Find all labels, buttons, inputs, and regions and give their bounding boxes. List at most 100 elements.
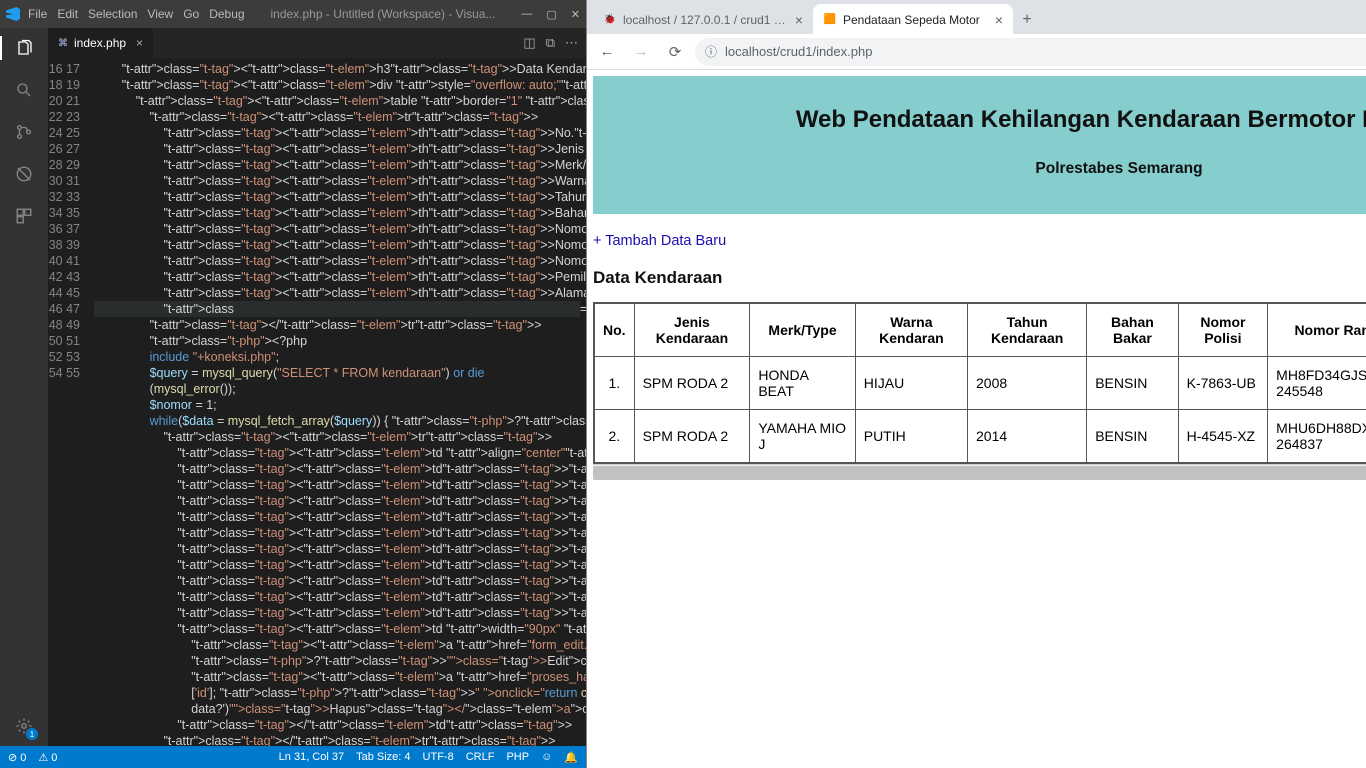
- page-banner: Web Pendataan Kehilangan Kendaraan Bermo…: [593, 76, 1366, 214]
- reload-button[interactable]: ⟳: [661, 38, 689, 66]
- line-number-gutter: 16 17 18 19 20 21 22 23 24 25 26 27 28 2…: [48, 58, 94, 746]
- table-cell: HIJAU: [855, 357, 967, 410]
- table-row: 1.SPM RODA 2HONDA BEATHIJAU2008BENSINK-7…: [595, 357, 1366, 410]
- compare-icon[interactable]: ⧉: [546, 35, 555, 51]
- tab-title: Pendataan Sepeda Motor: [843, 13, 989, 27]
- table-cell: SPM RODA 2: [634, 357, 750, 410]
- banner-title: Web Pendataan Kehilangan Kendaraan Bermo…: [603, 106, 1366, 134]
- vscode-logo-icon: [6, 7, 20, 21]
- menu-file[interactable]: File: [28, 7, 47, 21]
- url-text: localhost/crud1/index.php: [725, 44, 872, 59]
- status-errors[interactable]: ⊘ 0: [8, 751, 26, 764]
- editor-tab-indexphp[interactable]: ⌘ index.php ×: [48, 28, 154, 58]
- php-file-icon: ⌘: [58, 38, 68, 49]
- vscode-window: File Edit Selection View Go Debug index.…: [0, 0, 586, 768]
- settings-gear-icon[interactable]: [12, 714, 36, 738]
- table-cell: MH8FD34GJSX-245548: [1268, 357, 1366, 410]
- vscode-menu: File Edit Selection View Go Debug: [28, 7, 245, 21]
- debug-icon[interactable]: [12, 162, 36, 186]
- table-cell: BENSIN: [1087, 410, 1178, 463]
- status-tabsize[interactable]: Tab Size: 4: [356, 751, 410, 764]
- browser-tab-phpmyadmin[interactable]: 🐞 localhost / 127.0.0.1 / crud1 | ph… ×: [593, 4, 813, 34]
- search-icon[interactable]: [12, 78, 36, 102]
- table-header-cell: Merk/Type: [750, 304, 855, 357]
- new-tab-button[interactable]: +: [1013, 6, 1041, 34]
- browser-tab-pendataan[interactable]: 🟧 Pendataan Sepeda Motor ×: [813, 4, 1013, 34]
- data-table: No.Jenis KendaraanMerk/TypeWarna Kendara…: [594, 303, 1366, 463]
- table-cell: 2008: [968, 357, 1087, 410]
- browser-toolbar: ← → ⟳ ⓘ localhost/crud1/index.php 🗛 ☆ 📷 …: [587, 34, 1366, 70]
- table-cell: 2.: [595, 410, 635, 463]
- vscode-window-controls: — ▢ ✕: [521, 8, 580, 21]
- extensions-icon[interactable]: [12, 204, 36, 228]
- source-control-icon[interactable]: [12, 120, 36, 144]
- table-header-cell: Jenis Kendaraan: [634, 304, 750, 357]
- status-encoding[interactable]: UTF-8: [423, 751, 454, 764]
- section-heading: Data Kendaraan: [593, 268, 1366, 288]
- editor-tabs: ⌘ index.php × ◫ ⧉ ⋯: [48, 28, 586, 58]
- forward-button[interactable]: →: [627, 38, 655, 66]
- table-header-cell: Tahun Kendaraan: [968, 304, 1087, 357]
- table-header-cell: Nomor Polisi: [1178, 304, 1268, 357]
- table-header-cell: No.: [595, 304, 635, 357]
- vscode-window-title: index.php - Untitled (Workspace) - Visua…: [245, 7, 522, 21]
- tab-label: index.php: [74, 36, 126, 50]
- status-bell-icon[interactable]: 🔔: [564, 751, 578, 764]
- table-cell: SPM RODA 2: [634, 410, 750, 463]
- xampp-favicon-icon: 🟧: [823, 13, 837, 27]
- tab-close-icon[interactable]: ×: [136, 36, 143, 50]
- close-icon[interactable]: ✕: [571, 8, 580, 21]
- code-editor[interactable]: 16 17 18 19 20 21 22 23 24 25 26 27 28 2…: [48, 58, 586, 746]
- menu-edit[interactable]: Edit: [57, 7, 78, 21]
- tab-title: localhost / 127.0.0.1 / crud1 | ph…: [623, 13, 789, 27]
- explorer-icon[interactable]: [0, 36, 48, 60]
- more-actions-icon[interactable]: ⋯: [565, 35, 578, 51]
- table-cell: 2014: [968, 410, 1087, 463]
- tab-close-icon[interactable]: ×: [995, 12, 1003, 28]
- table-cell: H-4545-XZ: [1178, 410, 1268, 463]
- table-cell: K-7863-UB: [1178, 357, 1268, 410]
- vscode-titlebar[interactable]: File Edit Selection View Go Debug index.…: [0, 0, 586, 28]
- address-bar[interactable]: ⓘ localhost/crud1/index.php: [695, 38, 1366, 66]
- menu-go[interactable]: Go: [183, 7, 199, 21]
- scrollbar-thumb[interactable]: [593, 466, 1366, 480]
- table-header-cell: Bahan Bakar: [1087, 304, 1178, 357]
- editor-area: ⌘ index.php × ◫ ⧉ ⋯ 16 17 18 19 20 21 22…: [48, 28, 586, 746]
- status-cursor[interactable]: Ln 31, Col 37: [279, 751, 344, 764]
- banner-subtitle: Polrestabes Semarang: [603, 160, 1366, 178]
- table-cell: PUTIH: [855, 410, 967, 463]
- back-button[interactable]: ←: [593, 38, 621, 66]
- site-info-icon[interactable]: ⓘ: [705, 43, 717, 60]
- table-cell: HONDA BEAT: [750, 357, 855, 410]
- chrome-window: 🐞 localhost / 127.0.0.1 / crud1 | ph… × …: [586, 0, 1366, 768]
- menu-debug[interactable]: Debug: [209, 7, 244, 21]
- horizontal-scrollbar[interactable]: ◀ ▶: [593, 464, 1366, 480]
- menu-view[interactable]: View: [147, 7, 173, 21]
- tab-close-icon[interactable]: ×: [795, 12, 803, 28]
- status-feedback-icon[interactable]: ☺: [541, 751, 552, 764]
- table-header-cell: Warna Kendaran: [855, 304, 967, 357]
- split-editor-icon[interactable]: ◫: [523, 35, 535, 51]
- status-language[interactable]: PHP: [506, 751, 529, 764]
- status-eol[interactable]: CRLF: [466, 751, 495, 764]
- status-bar: ⊘ 0 ⚠ 0 Ln 31, Col 37 Tab Size: 4 UTF-8 …: [0, 746, 586, 768]
- status-warnings[interactable]: ⚠ 0: [38, 751, 57, 764]
- page-content[interactable]: Web Pendataan Kehilangan Kendaraan Bermo…: [587, 70, 1366, 768]
- minimize-icon[interactable]: —: [521, 8, 532, 21]
- activity-bar: [0, 28, 48, 746]
- maximize-icon[interactable]: ▢: [546, 8, 556, 21]
- table-body: 1.SPM RODA 2HONDA BEATHIJAU2008BENSINK-7…: [595, 357, 1366, 463]
- menu-selection[interactable]: Selection: [88, 7, 137, 21]
- table-cell: YAMAHA MIO J: [750, 410, 855, 463]
- table-cell: MHU6DH88DX-264837: [1268, 410, 1366, 463]
- code-content[interactable]: "t-attr">class="t-tag"><"t-attr">class="…: [94, 58, 586, 746]
- table-row: 2.SPM RODA 2YAMAHA MIO JPUTIH2014BENSINH…: [595, 410, 1366, 463]
- table-cell: BENSIN: [1087, 357, 1178, 410]
- phpmyadmin-favicon-icon: 🐞: [603, 13, 617, 27]
- table-cell: 1.: [595, 357, 635, 410]
- add-data-link[interactable]: + Tambah Data Baru: [593, 233, 726, 249]
- data-table-wrapper[interactable]: No.Jenis KendaraanMerk/TypeWarna Kendara…: [593, 302, 1366, 464]
- table-header-cell: Nomor Rangka: [1268, 304, 1366, 357]
- table-header-row: No.Jenis KendaraanMerk/TypeWarna Kendara…: [595, 304, 1366, 357]
- browser-tabstrip: 🐞 localhost / 127.0.0.1 / crud1 | ph… × …: [587, 0, 1366, 34]
